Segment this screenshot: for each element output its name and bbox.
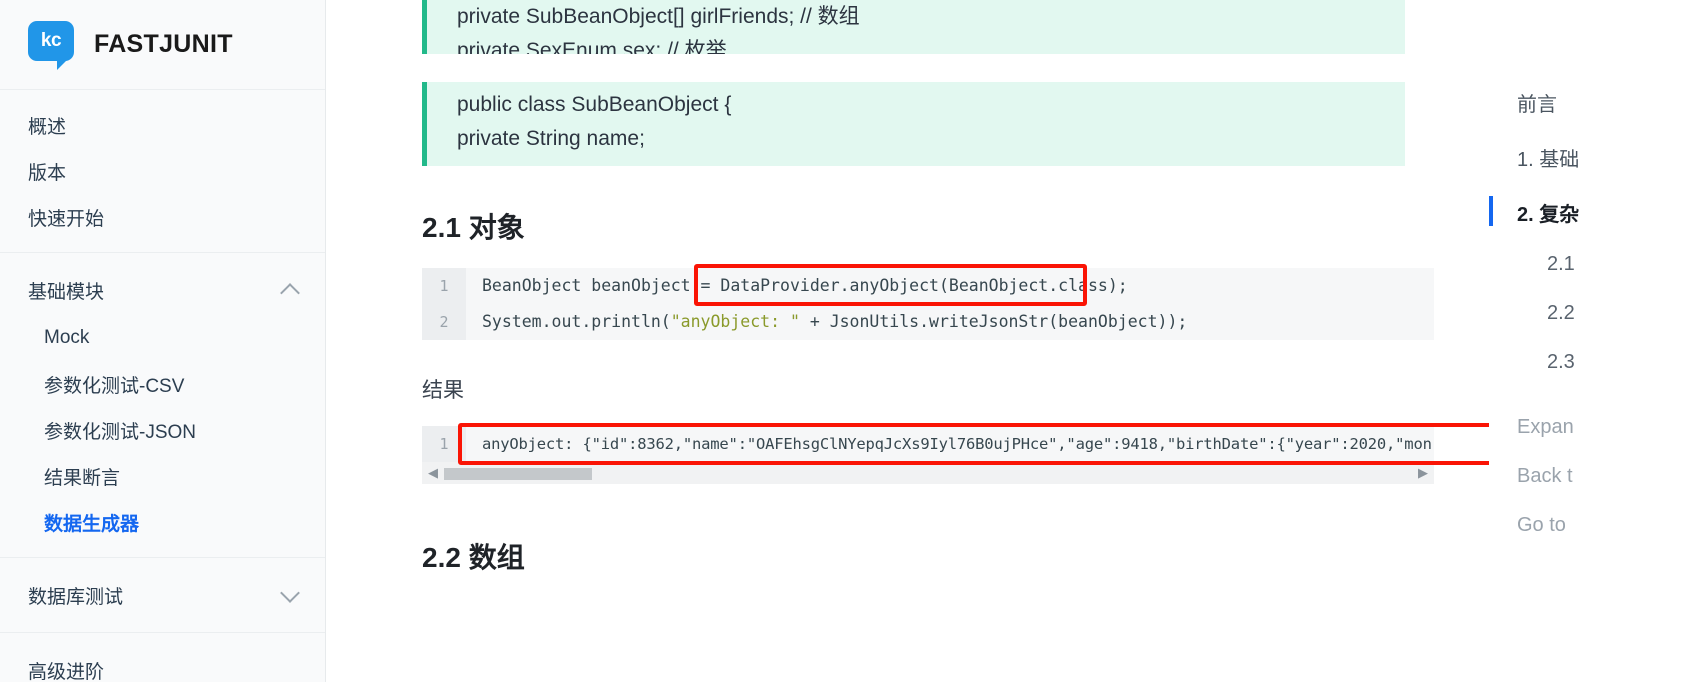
line-number: 1: [422, 268, 466, 304]
code-quote-block-1: private SubBeanObject[] girlFriends; // …: [422, 0, 1405, 54]
code-line-content: System.out.println("anyObject: " + JsonU…: [466, 304, 1187, 340]
output-block[interactable]: 1 anyObject: {"id":8362,"name":"OAFEhsgC…: [422, 426, 1434, 462]
toc-item-preface[interactable]: 前言: [1517, 88, 1688, 117]
toc-link-back-to-top[interactable]: Back t: [1517, 465, 1688, 488]
right-toc: 前言 1. 基础 2. 复杂 2.1 2.2 2.3 Expan Back t …: [1489, 0, 1688, 682]
code-token-string: "anyObject: ": [670, 312, 800, 331]
quote2-line2: private String name;: [457, 127, 645, 150]
left-sidebar: kc FASTJUNIT 概述 版本 快速开始 基础模块 Mock 参数化测试-…: [0, 0, 326, 682]
toc-item-1-basics[interactable]: 1. 基础: [1517, 143, 1688, 172]
sidebar-item-mock[interactable]: Mock: [0, 315, 325, 361]
horizontal-scrollbar[interactable]: ◀ ▶: [422, 462, 1434, 484]
nav-group-top: 概述 版本 快速开始: [0, 90, 325, 253]
output-line-content: anyObject: {"id":8362,"name":"OAFEhsgClN…: [482, 435, 1432, 453]
brand-title: FASTJUNIT: [94, 30, 233, 58]
chevron-down-icon[interactable]: [280, 582, 300, 603]
sidebar-item-overview[interactable]: 概述: [0, 102, 325, 148]
code-block-example[interactable]: 1 BeanObject beanObject = DataProvider.a…: [422, 268, 1434, 340]
quote2-line1: public class SubBeanObject {: [457, 93, 732, 116]
kc-logo-icon: kc: [28, 20, 76, 70]
section-heading-2-1: 2.1 对象: [422, 212, 525, 243]
chevron-up-icon[interactable]: [280, 282, 300, 303]
code-token: + JsonUtils.writeJsonStr(beanObject));: [799, 312, 1188, 331]
sidebar-section-label: 基础模块: [28, 281, 105, 303]
code-line-content: BeanObject beanObject = DataProvider.any…: [466, 268, 1128, 304]
scroll-right-arrow-icon[interactable]: ▶: [1412, 462, 1434, 484]
quote1-line2: private SexEnum sex; // 枚举: [457, 39, 727, 54]
nav-group-database: 数据库测试: [0, 558, 325, 633]
sidebar-item-version[interactable]: 版本: [0, 148, 325, 194]
scrollbar-thumb[interactable]: [444, 468, 592, 480]
code-quote-block-2: public class SubBeanObject { private Str…: [422, 82, 1405, 166]
line-number: 2: [422, 304, 466, 340]
sidebar-section-advanced[interactable]: 高级进阶: [0, 645, 325, 682]
output-line: 1 anyObject: {"id":8362,"name":"OAFEhsgC…: [422, 426, 1434, 462]
nav-group-basic-modules: 基础模块 Mock 参数化测试-CSV 参数化测试-JSON 结果断言 数据生成…: [0, 253, 325, 558]
toc-link-go-to[interactable]: Go to: [1517, 514, 1688, 537]
logo-mark-text: kc: [40, 30, 62, 51]
code-token-highlighted: DataProvider.anyObject(BeanObject.class)…: [720, 276, 1128, 295]
code-line: 2 System.out.println("anyObject: " + Jso…: [422, 304, 1434, 340]
code-line: 1 BeanObject beanObject = DataProvider.a…: [422, 268, 1434, 304]
doc-page: kc FASTJUNIT 概述 版本 快速开始 基础模块 Mock 参数化测试-…: [0, 0, 1688, 682]
toc-item-2-complex[interactable]: 2. 复杂: [1489, 196, 1688, 227]
sidebar-section-label: 数据库测试: [28, 586, 124, 608]
toc-item-2-1[interactable]: 2.1: [1517, 253, 1688, 276]
sidebar-item-data-generator[interactable]: 数据生成器: [0, 499, 325, 545]
main-content: private SubBeanObject[] girlFriends; // …: [326, 0, 1489, 682]
code-token: BeanObject beanObject =: [482, 276, 721, 295]
toc-item-2-3[interactable]: 2.3: [1517, 351, 1688, 374]
output-block-wrapper: 1 anyObject: {"id":8362,"name":"OAFEhsgC…: [422, 423, 1489, 484]
sidebar-item-param-csv[interactable]: 参数化测试-CSV: [0, 361, 325, 407]
sidebar-section-basic-modules[interactable]: 基础模块: [0, 265, 325, 315]
sidebar-section-database-test[interactable]: 数据库测试: [0, 570, 325, 620]
sidebar-item-quickstart[interactable]: 快速开始: [0, 194, 325, 240]
toc-link-expand[interactable]: Expan: [1517, 416, 1688, 439]
sidebar-item-param-json[interactable]: 参数化测试-JSON: [0, 407, 325, 453]
sidebar-item-assertions[interactable]: 结果断言: [0, 453, 325, 499]
toc-links: Expan Back t Go to: [1517, 416, 1688, 537]
sidebar-section-label: 高级进阶: [28, 661, 105, 682]
toc-item-2-2[interactable]: 2.2: [1517, 302, 1688, 325]
nav-group-advanced: 高级进阶: [0, 633, 325, 682]
scrollbar-track[interactable]: [444, 466, 1434, 480]
result-label: 结果: [422, 379, 464, 402]
scroll-left-arrow-icon[interactable]: ◀: [422, 462, 444, 484]
line-number: 1: [422, 426, 466, 462]
brand-header[interactable]: kc FASTJUNIT: [0, 0, 325, 90]
code-block-wrapper: 1 BeanObject beanObject = DataProvider.a…: [422, 264, 1489, 340]
quote1-line1: private SubBeanObject[] girlFriends; // …: [457, 5, 860, 28]
section-heading-2-2: 2.2 数组: [422, 542, 525, 573]
code-token: System.out.println(: [482, 312, 671, 331]
